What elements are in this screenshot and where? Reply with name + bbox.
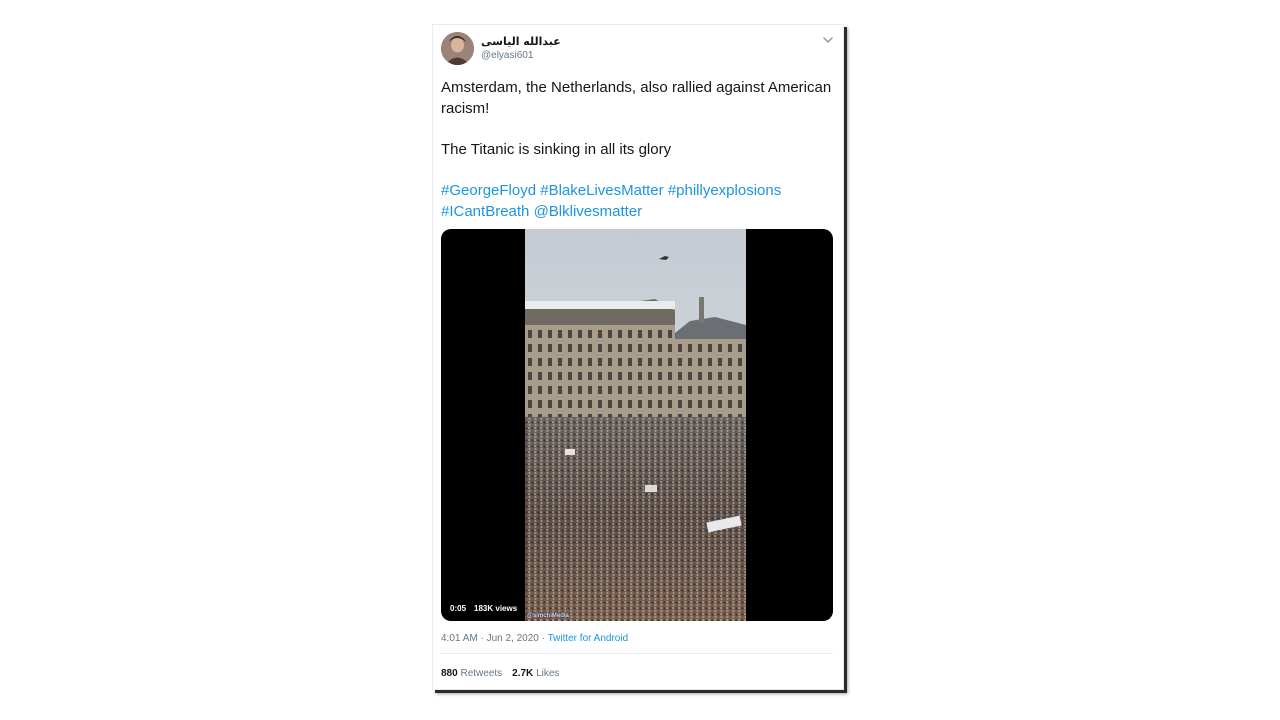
tweet-timestamp[interactable]: 4:01 AM · Jun 2, 2020 · [441,633,548,644]
tweet-line-1: Amsterdam, the Netherlands, also rallied… [441,79,832,117]
retweets-stat[interactable]: 880 Retweets [441,668,502,679]
video-frame [525,229,746,621]
author-handle[interactable]: @elyasi601 [481,50,533,61]
likes-stat[interactable]: 2.7K Likes [512,668,559,679]
video-meta: 0:05 183K views [450,604,517,613]
tweet-source-link[interactable]: Twitter for Android [548,633,629,644]
hashtag-george-floyd[interactable]: #GeorgeFloyd [441,182,536,199]
divider [441,653,833,654]
more-options-button[interactable] [821,33,835,47]
hashtag-philly-explosions[interactable]: #phillyexplosions [668,182,781,199]
tweet-hashtags: #GeorgeFloyd #BlakeLivesMatter #phillyex… [441,180,837,222]
tweet-meta: 4:01 AM · Jun 2, 2020 · Twitter for Andr… [441,633,628,644]
tweet-stats: 880 Retweets 2.7K Likes [441,668,559,679]
tweet-text: Amsterdam, the Netherlands, also rallied… [441,77,837,222]
author-avatar[interactable] [441,32,474,65]
retweets-count: 880 [441,668,458,679]
tweet-line-2: The Titanic is sinking in all its glory [441,141,672,158]
hashtag-blake-lives-matter[interactable]: #BlakeLivesMatter [540,182,663,199]
chevron-down-icon [823,37,833,44]
video-still-image [525,229,746,621]
retweets-label: Retweets [460,668,503,679]
mention-blklivesmatter[interactable]: @Blklivesmatter [534,203,643,220]
video-player[interactable]: 0:05 183K views @simchiMedia [441,229,833,621]
tweet-card: عبدالله الياسى @elyasi601 Amsterdam, the… [432,24,844,690]
hashtag-i-cant-breath[interactable]: #ICantBreath [441,203,529,220]
video-views: 183K views [474,604,518,613]
likes-label: Likes [536,668,560,679]
user-avatar-icon [441,32,474,65]
author-display-name[interactable]: عبدالله الياسى [481,35,561,48]
video-watermark: @simchiMedia [527,613,569,619]
likes-count: 2.7K [512,668,534,679]
video-time: 0:05 [450,604,467,613]
